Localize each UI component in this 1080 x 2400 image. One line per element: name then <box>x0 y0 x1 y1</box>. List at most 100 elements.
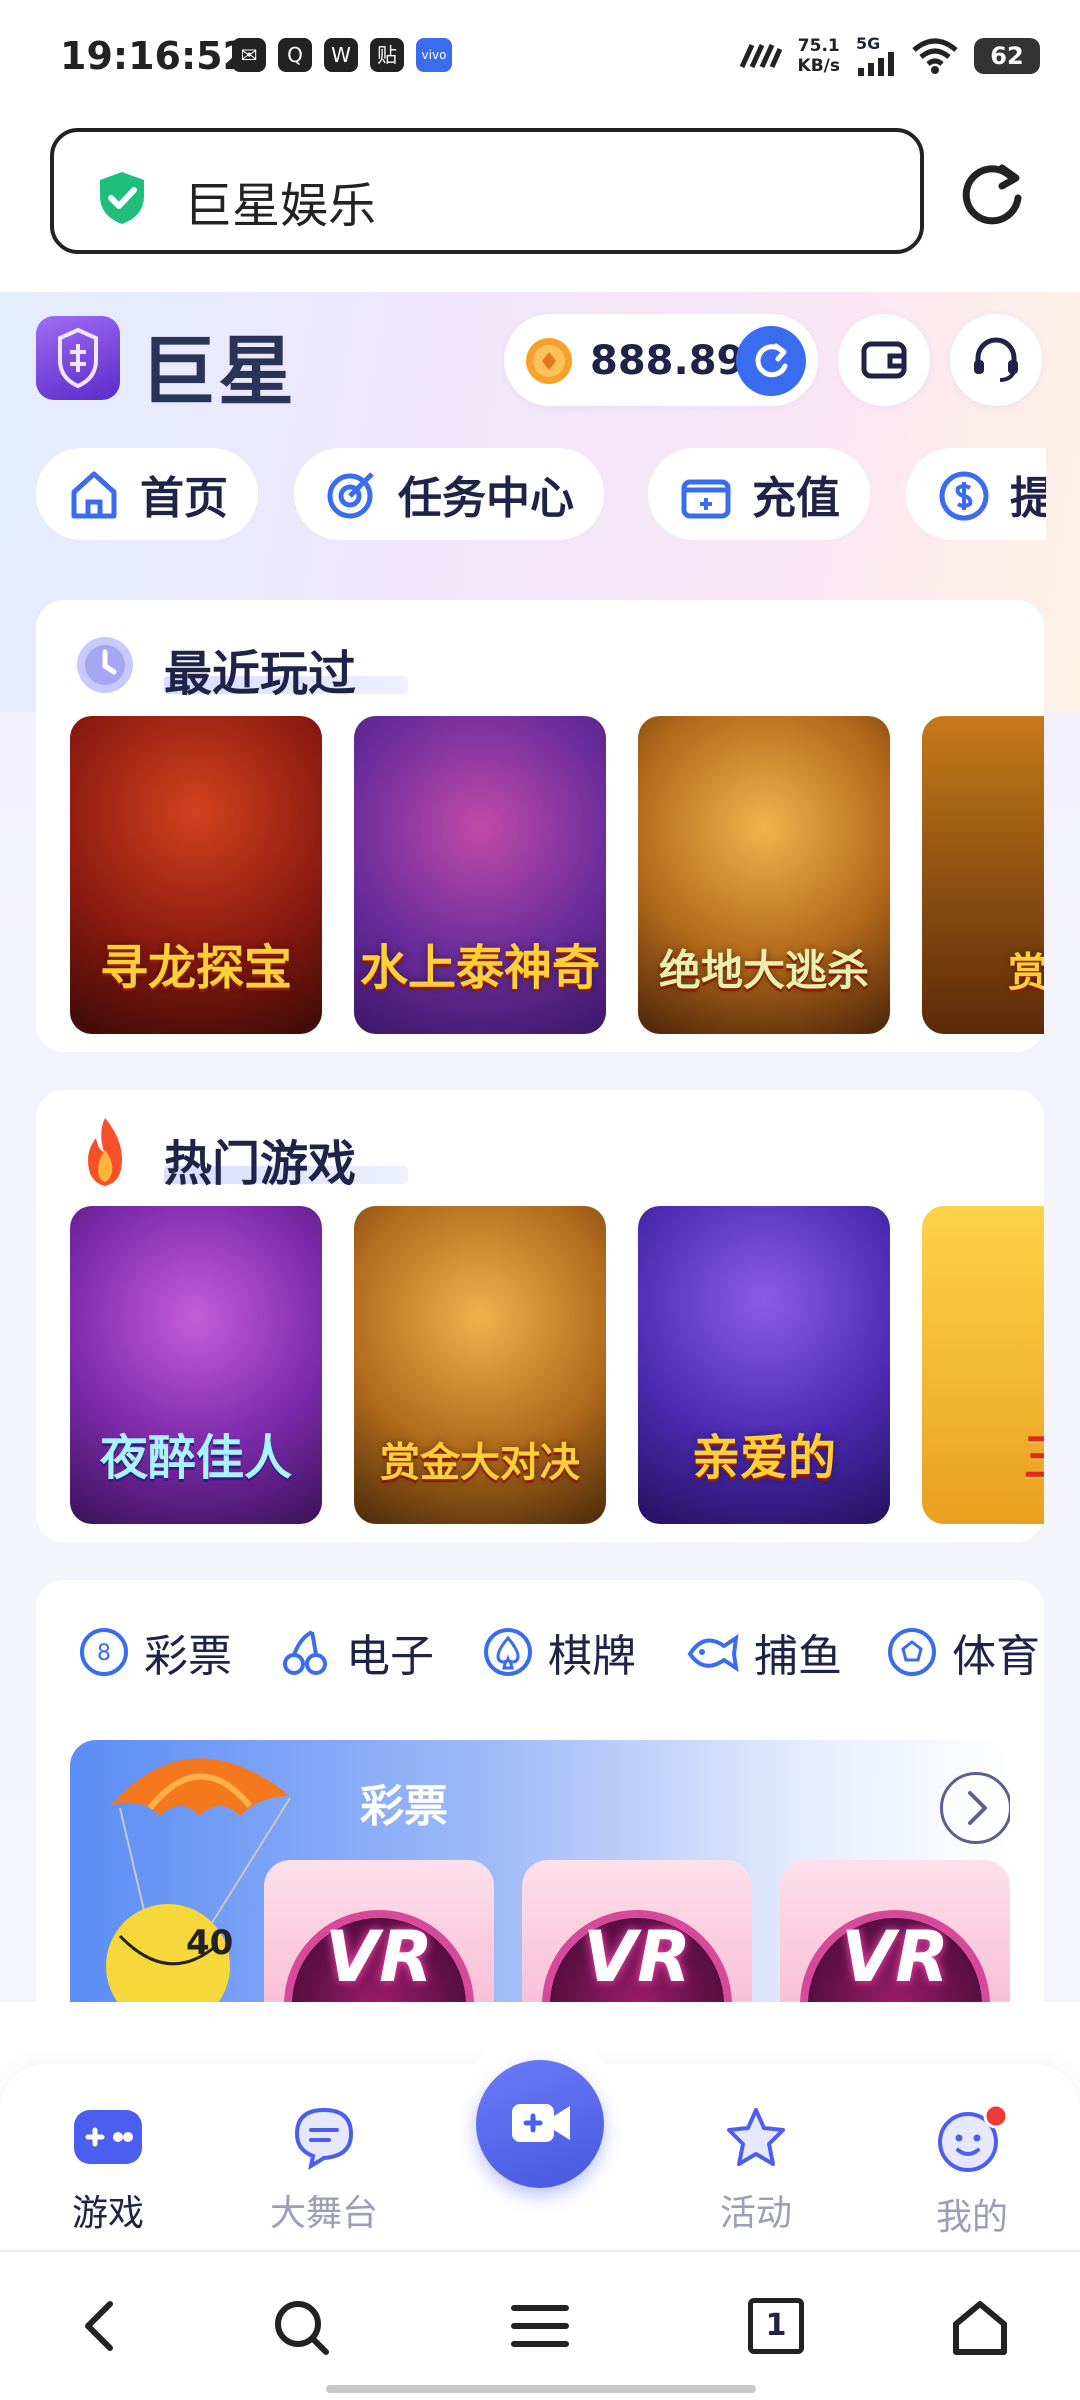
home-icon[interactable] <box>950 2298 1010 2358</box>
tieba-icon: 贴 <box>370 38 404 72</box>
vr-label: VR <box>324 1916 434 1998</box>
gesture-home-bar[interactable] <box>326 2385 756 2393</box>
wechat-icon: ✉ <box>232 38 266 72</box>
status-time: 19:16:52 <box>60 34 250 78</box>
svg-text:40: 40 <box>186 1923 233 1963</box>
coin-icon <box>526 338 572 384</box>
hot-title: 热门游戏 <box>164 1136 357 1192</box>
flame-icon <box>88 1118 122 1186</box>
category-tabs: 8 彩票 电子 棋牌 捕鱼 体育 <box>78 1620 1044 1700</box>
tab-profile[interactable]: 我的 <box>892 2103 1052 2240</box>
chevron-right-icon <box>968 1791 987 1825</box>
lottery-banner[interactable]: 40 彩票 VR VR VR <box>70 1740 1010 2002</box>
secure-shield-icon <box>100 172 144 224</box>
address-bar[interactable]: 巨星娱乐 <box>50 128 924 254</box>
nav-home-label: 首页 <box>140 473 228 524</box>
recent-games-list: 寻龙探宝 水上泰神奇 绝地大逃杀 赏金 <box>70 716 1044 1036</box>
lottery-game-tile[interactable]: VR <box>780 1860 1010 2002</box>
hot-games-card: 热门游戏 夜醉佳人 赏金大对决 亲爱的 王 <box>36 1090 1044 1542</box>
vr-label: VR <box>582 1916 692 1998</box>
balance-pill: 888.89 <box>504 314 818 406</box>
nav-tasks[interactable]: 任务中心 <box>294 448 604 540</box>
category-fishing[interactable]: 捕鱼 <box>684 1620 842 1684</box>
reload-icon[interactable] <box>960 160 1026 226</box>
lottery-ball-icon: 8 <box>80 1628 128 1676</box>
category-slots[interactable]: 电子 <box>280 1620 434 1684</box>
category-card: 8 彩票 电子 棋牌 捕鱼 体育 40 彩票 VR VR VR <box>36 1580 1044 2002</box>
back-icon[interactable] <box>80 2298 120 2354</box>
signal-icon <box>858 52 894 76</box>
gamepad-icon <box>74 2110 142 2164</box>
recent-title: 最近玩过 <box>164 646 357 702</box>
game-title: 王 <box>922 1418 1044 1488</box>
soccer-ball-icon <box>888 1628 936 1676</box>
status-right: 75.1 KB/s 5G 62 <box>738 36 1040 76</box>
wallet-button[interactable] <box>838 314 930 406</box>
game-title: 寻龙探宝 <box>99 940 292 996</box>
nav-recharge-label: 充值 <box>752 473 840 524</box>
lottery-game-tile[interactable]: VR <box>522 1860 752 2002</box>
nav-tasks-label: 任务中心 <box>398 473 574 524</box>
tab-activities[interactable]: 活动 <box>676 2104 836 2236</box>
clock-icon <box>77 637 133 693</box>
nav-recharge[interactable]: 充值 <box>648 448 870 540</box>
live-video-button[interactable] <box>476 2060 604 2188</box>
game-tile[interactable]: 赏金 <box>922 716 1044 1034</box>
hot-games-list: 夜醉佳人 赏金大对决 亲爱的 王 <box>70 1206 1044 1526</box>
lottery-more-button[interactable] <box>940 1772 1010 1844</box>
category-label: 体育 <box>952 1631 1040 1682</box>
home-icon <box>71 471 117 519</box>
star-icon <box>727 2108 785 2166</box>
game-tile[interactable]: 王 <box>922 1206 1044 1524</box>
game-tile[interactable]: 绝地大逃杀 <box>638 716 890 1034</box>
weibo-icon: W <box>324 38 358 72</box>
menu-icon[interactable] <box>510 2298 570 2354</box>
video-camera-icon <box>512 2104 570 2142</box>
url-text: 巨星娱乐 <box>184 178 377 234</box>
refresh-icon <box>755 343 788 378</box>
refresh-balance-button[interactable] <box>736 326 806 396</box>
brand-logo-badge[interactable] <box>36 316 120 400</box>
balance-amount: 888.89 <box>590 338 745 384</box>
vivo-icon: vivo <box>416 38 452 72</box>
tab-label: 游戏 <box>71 2193 144 2234</box>
tab-games[interactable]: 游戏 <box>28 2104 188 2236</box>
network-type: 5G <box>856 34 881 53</box>
notification-icons: ✉ Q W 贴 vivo <box>232 38 452 72</box>
category-sports[interactable]: 体育 <box>886 1620 1040 1684</box>
game-tile[interactable]: 夜醉佳人 <box>70 1206 322 1524</box>
crest-icon <box>58 327 98 389</box>
nav-home[interactable]: 首页 <box>36 448 258 540</box>
signal-group: 5G <box>856 36 896 76</box>
tab-label: 活动 <box>719 2193 792 2234</box>
game-tile[interactable]: 水上泰神奇 <box>354 716 606 1034</box>
category-cards[interactable]: 棋牌 <box>482 1620 636 1684</box>
headset-icon <box>974 337 1018 382</box>
tab-switcher-button[interactable]: 1 <box>748 2298 804 2354</box>
category-lottery[interactable]: 8 彩票 <box>78 1620 232 1684</box>
game-tile[interactable]: 赏金大对决 <box>354 1206 606 1524</box>
net-speed: 75.1 KB/s <box>798 36 840 76</box>
dollar-icon <box>939 471 989 521</box>
brand-name[interactable]: 巨星 <box>140 310 296 420</box>
tab-stage[interactable]: 大舞台 <box>244 2104 404 2236</box>
nav-withdraw[interactable]: 提现 <box>906 448 1046 540</box>
category-label: 电子 <box>346 1631 434 1682</box>
site-page: 巨星 888.89 首页 任务中心 充值 提现 <box>0 292 1080 2002</box>
game-title: 绝地大逃杀 <box>658 946 869 995</box>
wallet-icon <box>861 341 907 379</box>
lottery-game-tile[interactable]: VR <box>264 1860 494 2002</box>
fish-icon <box>687 1633 739 1673</box>
status-bar: 19:16:52 ✉ Q W 贴 vivo 75.1 KB/s 5G 62 <box>0 0 1080 118</box>
chat-bubble-icon <box>294 2107 354 2171</box>
wifi-icon <box>912 38 958 74</box>
lottery-banner-title: 彩票 <box>360 1781 448 1832</box>
site-header: 巨星 888.89 <box>0 292 1080 432</box>
game-tile[interactable]: 寻龙探宝 <box>70 716 322 1034</box>
target-icon <box>327 472 374 519</box>
search-icon[interactable] <box>272 2298 332 2358</box>
nav-withdraw-label: 提现 <box>1010 473 1046 524</box>
game-title: 水上泰神奇 <box>359 940 600 996</box>
game-tile[interactable]: 亲爱的 <box>638 1206 890 1524</box>
support-button[interactable] <box>950 314 1042 406</box>
